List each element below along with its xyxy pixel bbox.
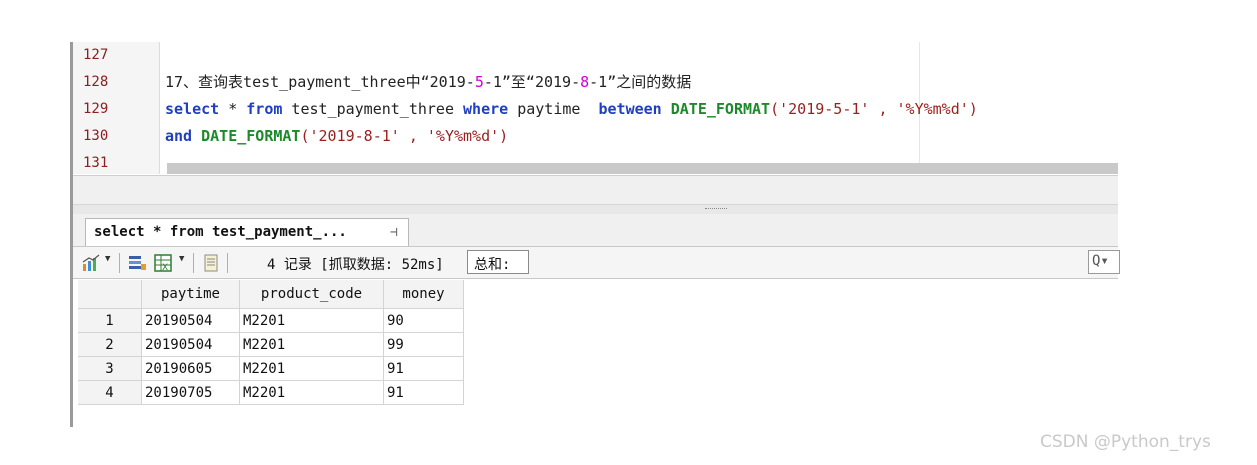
watermark: CSDN @Python_trys (1040, 432, 1211, 452)
sql-function: DATE_FORMAT (201, 127, 301, 145)
results-panel: select * from test_payment_... ⊣ ▼ X ▼ 4… (73, 214, 1120, 427)
table-cell[interactable]: M2201 (240, 357, 384, 381)
sql-text: paytime (508, 100, 599, 118)
table-cell[interactable]: 91 (384, 381, 464, 405)
line-number: 129 (83, 101, 109, 117)
line-number: 127 (83, 47, 109, 63)
sum-field: 总和: (467, 250, 529, 274)
code-line-and[interactable]: and DATE_FORMAT('2019-8-1' , '%Y%m%d') (165, 123, 508, 150)
sql-string-args: ('2019-5-1' , '%Y%m%d') (770, 100, 978, 118)
line-number: 130 (83, 128, 109, 144)
sql-text: test_payment_three (282, 100, 464, 118)
table-cell[interactable]: 99 (384, 333, 464, 357)
results-toolbar: ▼ X ▼ 4 记录 [抓取数据: 52ms] 总和: Q▾ (73, 246, 1120, 279)
notes-icon[interactable] (201, 253, 221, 273)
comment-highlight: 5 (474, 73, 484, 91)
sql-keyword: from (246, 100, 283, 118)
tab-query-result[interactable]: select * from test_payment_... ⊣ (85, 218, 409, 246)
sql-keyword: select (165, 100, 220, 118)
pin-icon[interactable]: ⊣ (390, 225, 398, 240)
table-cell[interactable]: 20190605 (142, 357, 240, 381)
table-cell[interactable]: 91 (384, 357, 464, 381)
comment-text: -1”之间的数据 (589, 73, 692, 91)
row-number[interactable]: 1 (78, 309, 142, 333)
comment-highlight: 8 (580, 73, 590, 91)
sum-label: 总和: (474, 257, 511, 273)
editor-horizontal-scrollbar[interactable] (167, 163, 1118, 174)
chevron-down-icon[interactable]: ▼ (105, 254, 110, 264)
table-cell[interactable]: M2201 (240, 309, 384, 333)
sql-editor[interactable]: 127 128 129 130 131 17、查询表test_payment_t… (73, 42, 1118, 176)
toolbar-separator (193, 253, 194, 273)
table-cell[interactable]: 90 (384, 309, 464, 333)
svg-text:X: X (162, 263, 168, 273)
table-cell[interactable]: 20190504 (142, 309, 240, 333)
toolbar-separator (227, 253, 228, 273)
code-line-comment[interactable]: 17、查询表test_payment_three中“2019-5-1”至“201… (165, 69, 691, 96)
table-cell[interactable]: 20190705 (142, 381, 240, 405)
table-cell[interactable]: M2201 (240, 381, 384, 405)
row-number-header (78, 280, 142, 309)
editor-bottom-panel (73, 175, 1118, 205)
tab-label: select * from test_payment_... (94, 224, 347, 240)
column-header-paytime[interactable]: paytime (142, 280, 240, 309)
column-header-product-code[interactable]: product_code (240, 280, 384, 309)
sql-keyword: between (598, 100, 662, 118)
sql-text: * (219, 100, 247, 118)
comment-text: -1”至“2019- (483, 73, 581, 91)
search-icon[interactable]: Q▾ (1092, 253, 1109, 269)
column-header-money[interactable]: money (384, 280, 464, 309)
sql-keyword: and (165, 127, 193, 145)
comment-text: 17、查询表test_payment_three中“2019- (165, 73, 475, 91)
sql-function: DATE_FORMAT (670, 100, 771, 118)
table-cell[interactable]: M2201 (240, 333, 384, 357)
chart-icon[interactable] (81, 253, 101, 273)
splitter-grip[interactable] (705, 208, 727, 211)
results-tabstrip: select * from test_payment_... ⊣ (73, 214, 1118, 246)
row-number[interactable]: 3 (78, 357, 142, 381)
fetch-status: 4 记录 [抓取数据: 52ms] (267, 257, 444, 273)
sql-keyword: where (463, 100, 509, 118)
table-cell[interactable]: 20190504 (142, 333, 240, 357)
row-number[interactable]: 2 (78, 333, 142, 357)
chevron-down-icon[interactable]: ▼ (179, 254, 184, 264)
export-excel-icon[interactable]: X (153, 253, 173, 273)
filter-search-box[interactable]: Q▾ (1088, 250, 1120, 274)
table-config-icon[interactable] (127, 253, 147, 273)
line-number-gutter: 127 128 129 130 131 (73, 42, 160, 174)
sql-string-args: ('2019-8-1' , '%Y%m%d') (300, 127, 509, 145)
code-line-select[interactable]: select * from test_payment_three where p… (165, 96, 978, 123)
row-number[interactable]: 4 (78, 381, 142, 405)
toolbar-separator (119, 253, 120, 273)
line-number: 128 (83, 74, 109, 90)
line-number: 131 (83, 155, 109, 171)
